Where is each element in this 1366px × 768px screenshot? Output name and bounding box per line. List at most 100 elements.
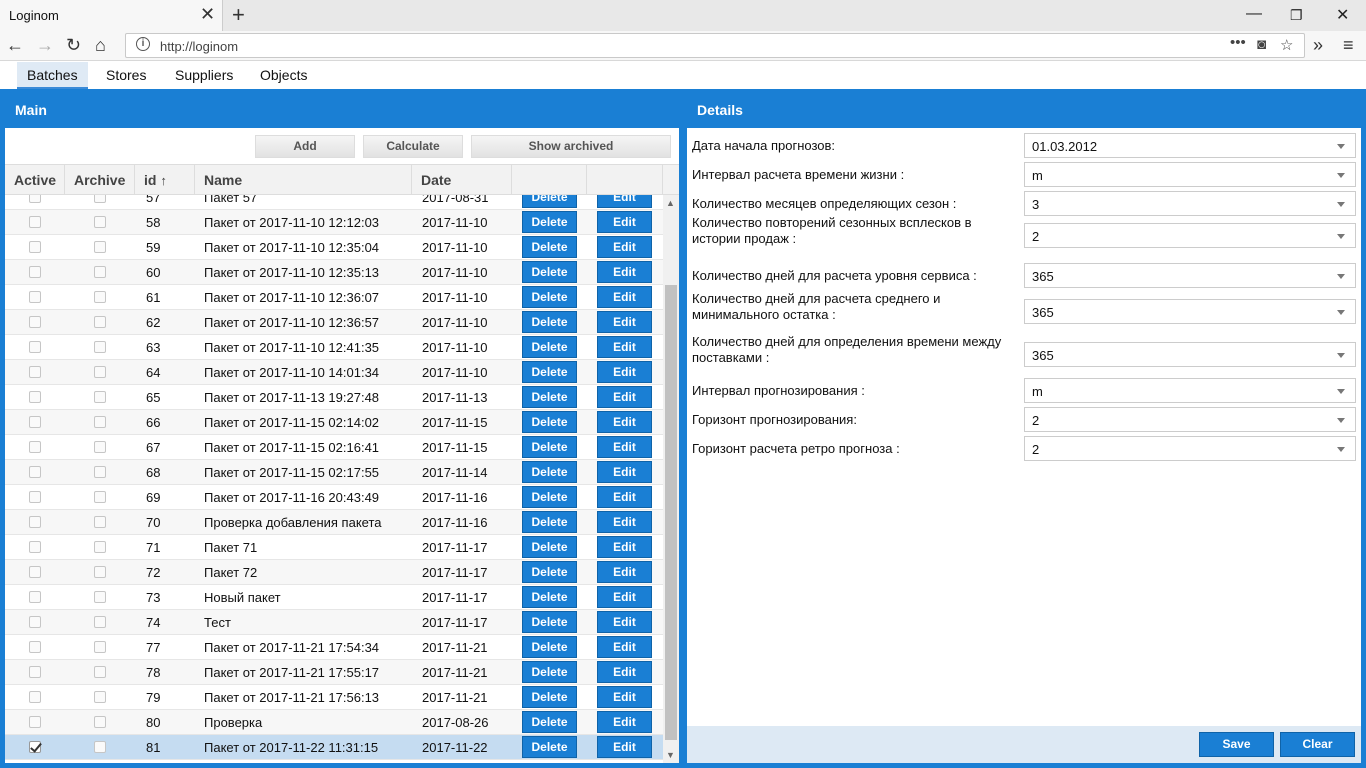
delete-button[interactable]: Delete <box>522 261 577 283</box>
delete-button[interactable]: Delete <box>522 586 577 608</box>
archive-checkbox[interactable] <box>94 266 106 278</box>
menu-objects[interactable]: Objects <box>250 62 317 89</box>
table-row[interactable]: 77 Пакет от 2017-11-21 17:54:34 2017-11-21… <box>5 635 663 660</box>
archive-checkbox[interactable] <box>94 691 106 703</box>
active-checkbox[interactable] <box>29 591 41 603</box>
delete-button[interactable]: Delete <box>522 686 577 708</box>
active-checkbox[interactable] <box>29 616 41 628</box>
scrollbar-thumb[interactable] <box>665 285 677 740</box>
close-icon[interactable]: ✕ <box>200 4 215 25</box>
table-row[interactable]: 58 Пакет от 2017-11-10 12:12:03 2017-11-10… <box>5 210 663 235</box>
edit-button[interactable]: Edit <box>597 336 652 358</box>
edit-button[interactable]: Edit <box>597 611 652 633</box>
active-checkbox[interactable] <box>29 741 41 753</box>
delete-button[interactable]: Delete <box>522 636 577 658</box>
table-row[interactable]: 73 Новый пакет 2017-11-17 Delete Edit <box>5 585 663 610</box>
reload-icon[interactable]: ↻ <box>66 35 81 56</box>
delete-button[interactable]: Delete <box>522 661 577 683</box>
table-row[interactable]: 64 Пакет от 2017-11-10 14:01:34 2017-11-10… <box>5 360 663 385</box>
table-row[interactable]: 66 Пакет от 2017-11-15 02:14:02 2017-11-15… <box>5 410 663 435</box>
active-checkbox[interactable] <box>29 566 41 578</box>
archive-checkbox[interactable] <box>94 566 106 578</box>
save-button[interactable]: Save <box>1199 732 1274 757</box>
edit-button[interactable]: Edit <box>597 261 652 283</box>
clear-button[interactable]: Clear <box>1280 732 1355 757</box>
delete-button[interactable]: Delete <box>522 336 577 358</box>
delete-button[interactable]: Delete <box>522 611 577 633</box>
delete-button[interactable]: Delete <box>522 211 577 233</box>
active-checkbox[interactable] <box>29 691 41 703</box>
table-row[interactable]: 57 Пакет 57 2017-08-31 Delete Edit <box>5 195 663 210</box>
star-icon[interactable]: ☆ <box>1280 36 1293 54</box>
column-archive[interactable]: Archive <box>65 165 135 195</box>
delete-button[interactable]: Delete <box>522 436 577 458</box>
delete-button[interactable]: Delete <box>522 536 577 558</box>
edit-button[interactable]: Edit <box>597 311 652 333</box>
table-row[interactable]: 70 Проверка добавления пакета 2017-11-16 De… <box>5 510 663 535</box>
archive-checkbox[interactable] <box>94 466 106 478</box>
plus-icon[interactable]: + <box>232 2 245 28</box>
field-select[interactable]: m <box>1024 162 1356 187</box>
back-icon[interactable]: ← <box>6 35 24 56</box>
archive-checkbox[interactable] <box>94 441 106 453</box>
table-row[interactable]: 78 Пакет от 2017-11-21 17:55:17 2017-11-21… <box>5 660 663 685</box>
edit-button[interactable]: Edit <box>597 661 652 683</box>
archive-checkbox[interactable] <box>94 366 106 378</box>
scroll-up-icon[interactable]: ▲ <box>666 198 675 208</box>
edit-button[interactable]: Edit <box>597 286 652 308</box>
delete-button[interactable]: Delete <box>522 386 577 408</box>
window-close-icon[interactable]: ✕ <box>1336 5 1349 25</box>
table-row[interactable]: 60 Пакет от 2017-11-10 12:35:13 2017-11-10… <box>5 260 663 285</box>
chevron-down-icon[interactable] <box>1337 353 1345 358</box>
table-row[interactable]: 59 Пакет от 2017-11-10 12:35:04 2017-11-10… <box>5 235 663 260</box>
delete-button[interactable]: Delete <box>522 461 577 483</box>
pocket-icon[interactable]: ◙ <box>1257 36 1266 53</box>
edit-button[interactable]: Edit <box>597 561 652 583</box>
delete-button[interactable]: Delete <box>522 195 577 208</box>
active-checkbox[interactable] <box>29 241 41 253</box>
archive-checkbox[interactable] <box>94 591 106 603</box>
active-checkbox[interactable] <box>29 641 41 653</box>
field-select[interactable]: 2 <box>1024 407 1356 432</box>
field-select[interactable]: 3 <box>1024 191 1356 216</box>
active-checkbox[interactable] <box>29 216 41 228</box>
table-row[interactable]: 79 Пакет от 2017-11-21 17:56:13 2017-11-21… <box>5 685 663 710</box>
field-select[interactable]: m <box>1024 378 1356 403</box>
table-row[interactable]: 65 Пакет от 2017-11-13 19:27:48 2017-11-13… <box>5 385 663 410</box>
chevron-down-icon[interactable] <box>1337 447 1345 452</box>
edit-button[interactable]: Edit <box>597 461 652 483</box>
edit-button[interactable]: Edit <box>597 586 652 608</box>
more-icon[interactable]: ••• <box>1230 34 1246 51</box>
column-date[interactable]: Date <box>412 165 512 195</box>
edit-button[interactable]: Edit <box>597 236 652 258</box>
chevron-down-icon[interactable] <box>1337 234 1345 239</box>
active-checkbox[interactable] <box>29 491 41 503</box>
edit-button[interactable]: Edit <box>597 195 652 208</box>
field-select[interactable]: 01.03.2012 <box>1024 133 1356 158</box>
archive-checkbox[interactable] <box>94 216 106 228</box>
table-row[interactable]: 61 Пакет от 2017-11-10 12:36:07 2017-11-10… <box>5 285 663 310</box>
active-checkbox[interactable] <box>29 341 41 353</box>
active-checkbox[interactable] <box>29 541 41 553</box>
home-icon[interactable]: ⌂ <box>95 35 106 56</box>
chevron-down-icon[interactable] <box>1337 274 1345 279</box>
table-row[interactable]: 72 Пакет 72 2017-11-17 Delete Edit <box>5 560 663 585</box>
browser-tab[interactable]: Loginom ✕ <box>0 0 223 31</box>
url-text[interactable]: http://loginom <box>160 39 238 54</box>
edit-button[interactable]: Edit <box>597 486 652 508</box>
active-checkbox[interactable] <box>29 366 41 378</box>
delete-button[interactable]: Delete <box>522 311 577 333</box>
archive-checkbox[interactable] <box>94 291 106 303</box>
column-id[interactable]: id ↑ <box>135 165 195 195</box>
edit-button[interactable]: Edit <box>597 686 652 708</box>
active-checkbox[interactable] <box>29 391 41 403</box>
active-checkbox[interactable] <box>29 416 41 428</box>
edit-button[interactable]: Edit <box>597 511 652 533</box>
edit-button[interactable]: Edit <box>597 536 652 558</box>
edit-button[interactable]: Edit <box>597 711 652 733</box>
chevron-down-icon[interactable] <box>1337 144 1345 149</box>
field-select[interactable]: 365 <box>1024 299 1356 324</box>
archive-checkbox[interactable] <box>94 195 106 203</box>
delete-button[interactable]: Delete <box>522 236 577 258</box>
table-row[interactable]: 67 Пакет от 2017-11-15 02:16:41 2017-11-15… <box>5 435 663 460</box>
